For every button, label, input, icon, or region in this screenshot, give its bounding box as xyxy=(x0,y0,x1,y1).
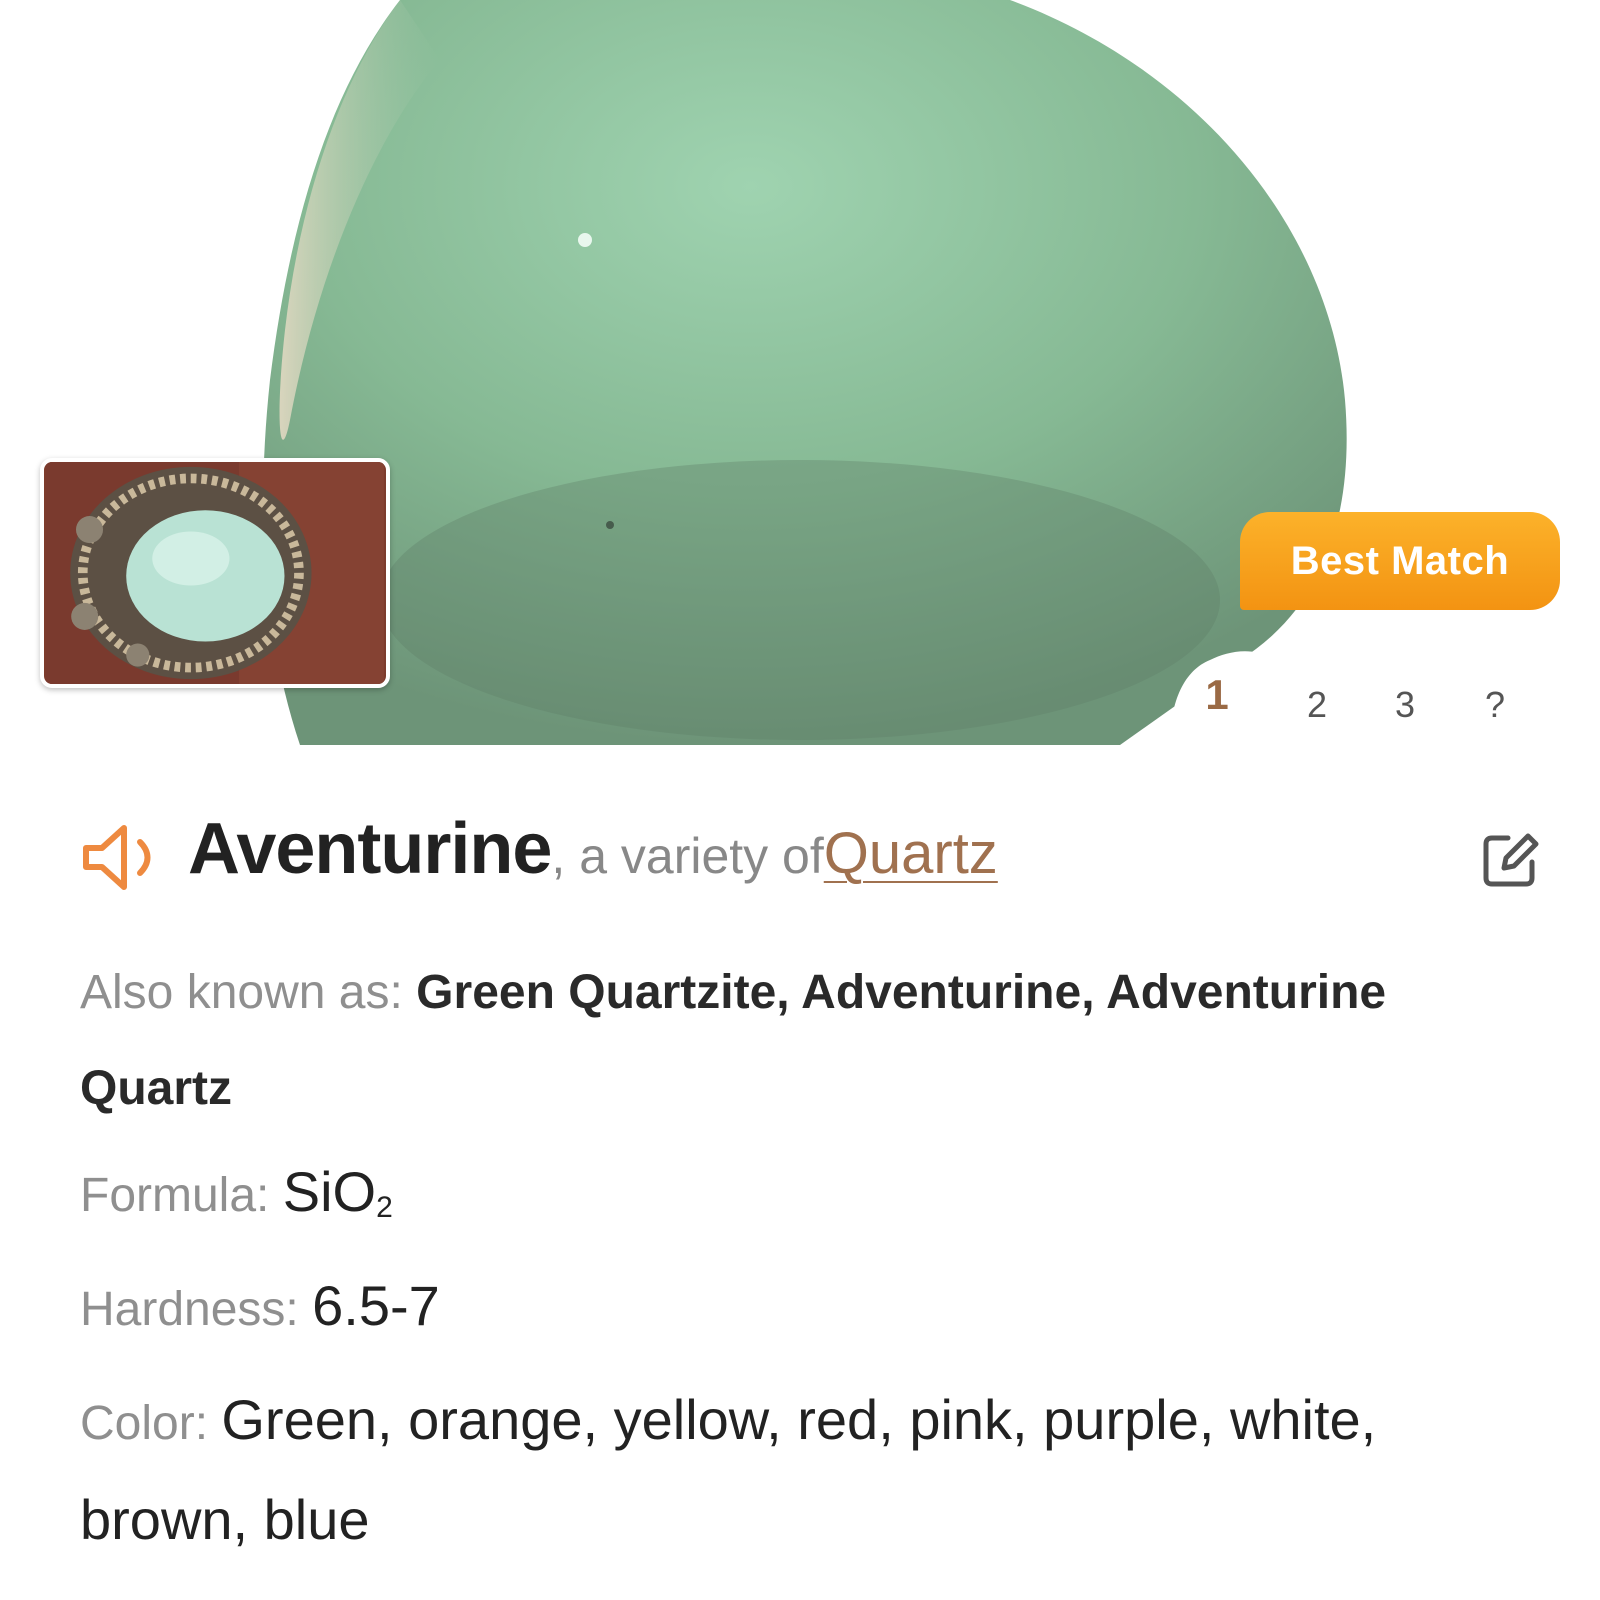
result-pager: 1 2 3 ? xyxy=(1170,640,1600,745)
ring-image xyxy=(46,462,384,684)
formula-row: Formula: SiO2 xyxy=(80,1144,1540,1256)
variety-text: , a variety of xyxy=(551,828,824,884)
color-row: Color: Green, orange, yellow, red, pink,… xyxy=(80,1372,1540,1568)
formula-subscript: 2 xyxy=(376,1191,393,1224)
page-unknown-tab[interactable]: ? xyxy=(1460,670,1530,740)
edit-icon[interactable] xyxy=(1478,830,1540,892)
formula-base: SiO xyxy=(282,1160,377,1223)
uploaded-photo-thumbnail[interactable] xyxy=(40,458,390,688)
mineral-title: Aventurine , a variety of Quartz xyxy=(188,808,998,898)
page-3-tab[interactable]: 3 xyxy=(1370,670,1440,740)
color-label: Color: xyxy=(80,1397,222,1450)
hardness-label: Hardness: xyxy=(80,1283,313,1336)
color-value: Green, orange, yellow, red, pink, purple… xyxy=(80,1388,1377,1551)
aka-label: Also known as: xyxy=(80,966,417,1019)
best-match-badge: Best Match xyxy=(1240,512,1560,610)
hardness-row: Hardness: 6.5-7 xyxy=(80,1258,1540,1358)
formula-value: SiO2 xyxy=(282,1160,393,1224)
also-known-as-row: Also known as: Green Quartzite, Adventur… xyxy=(80,945,1540,1137)
parent-mineral-link[interactable]: Quartz xyxy=(824,820,998,887)
page-2-tab[interactable]: 2 xyxy=(1282,670,1352,740)
formula-label: Formula: xyxy=(80,1169,283,1222)
page-1-tab[interactable]: 1 xyxy=(1182,660,1252,730)
speaker-icon[interactable] xyxy=(80,820,170,895)
mineral-name: Aventurine xyxy=(188,809,552,889)
hardness-value: 6.5-7 xyxy=(312,1274,440,1337)
specimen-photo: Best Match 1 2 3 ? xyxy=(0,0,1600,745)
